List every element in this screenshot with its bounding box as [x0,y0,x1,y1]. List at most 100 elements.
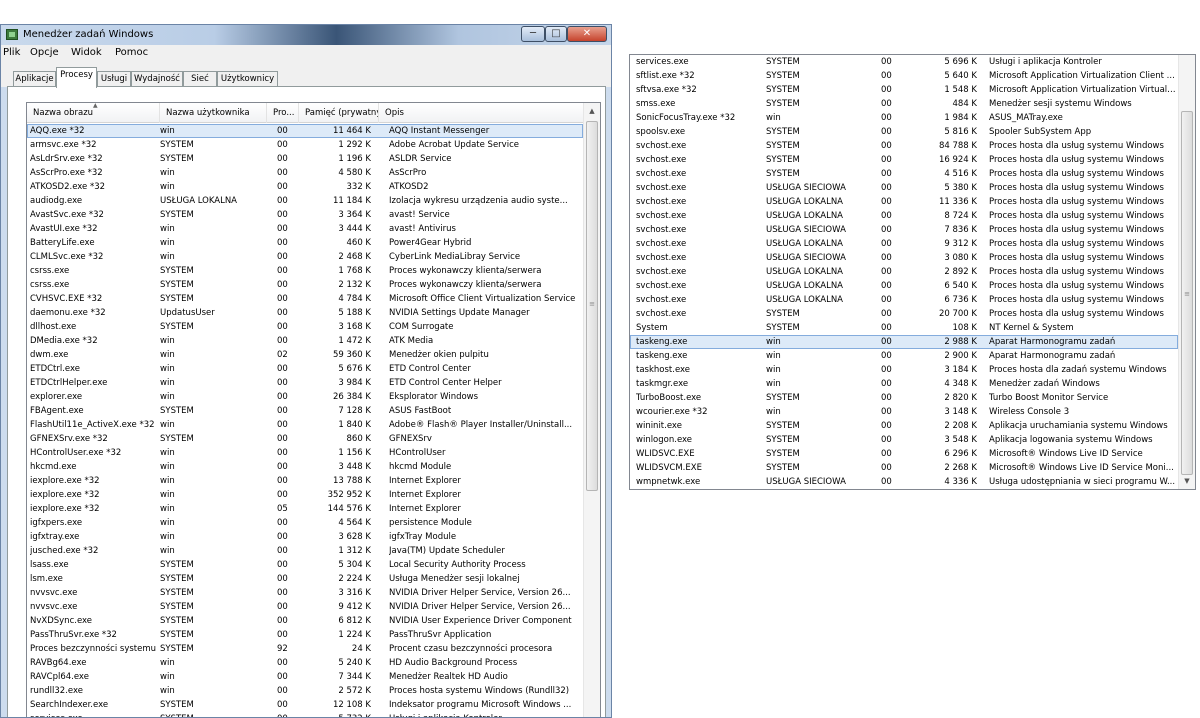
table-row[interactable]: WLIDSVCM.EXE SYSTEM 00 2 268 K Microsoft® Wi… [630,461,1178,475]
menu-file[interactable]: Plik [3,47,20,58]
table-row[interactable]: taskmgr.exe win 00 4 348 K Menedżer zadań Wi… [630,377,1178,391]
table-row[interactable]: dllhost.exe SYSTEM 00 3 168 K COM Surrogate [27,320,583,334]
table-row[interactable]: PassThruSvr.exe *32 SYSTEM 00 1 224 K PassTh… [27,628,583,642]
table-row[interactable]: winlogon.exe SYSTEM 00 3 548 K Aplikacja log… [630,433,1178,447]
column-description[interactable]: Opis [379,103,583,123]
table-row[interactable]: svchost.exe SYSTEM 00 84 788 K Proces hosta … [630,139,1178,153]
cell-cpu: 00 [881,127,892,137]
table-row[interactable]: armsvc.exe *32 SYSTEM 00 1 292 K Adobe Acrob… [27,138,583,152]
table-row[interactable]: DMedia.exe *32 win 00 1 472 K ATK Media [27,334,583,348]
table-row[interactable]: Proces bezczynności systemu SYSTEM 92 24 K P… [27,642,583,656]
table-row[interactable]: sftlist.exe *32 SYSTEM 00 5 640 K Microsoft … [630,69,1178,83]
vertical-scrollbar[interactable]: ▲ ≡ [583,103,600,717]
minimize-button[interactable]: ─ [521,26,545,42]
close-button[interactable]: ✕ [567,26,607,42]
table-row[interactable]: wcourier.exe *32 win 00 3 148 K Wireless Con… [630,405,1178,419]
table-row[interactable]: dwm.exe win 02 59 360 K Menedżer okien pulpi… [27,348,583,362]
tab-network[interactable]: Sieć [183,71,217,87]
table-row[interactable]: GFNEXSrv.exe *32 SYSTEM 00 860 K GFNEXSrv [27,432,583,446]
table-row[interactable]: rundll32.exe win 00 2 572 K Proces hosta sys… [27,684,583,698]
table-row[interactable]: ATKOSD2.exe *32 win 00 332 K ATKOSD2 [27,180,583,194]
table-row[interactable]: TurboBoost.exe SYSTEM 00 2 820 K Turbo Boost… [630,391,1178,405]
table-row[interactable]: AQQ.exe *32 win 00 11 464 K AQQ Instant Mess… [27,124,583,138]
tab-services[interactable]: Usługi [97,71,131,87]
column-memory[interactable]: Pamięć (prywatny... [299,103,379,123]
table-row[interactable]: AvastUI.exe *32 win 00 3 444 K avast! Antivi… [27,222,583,236]
table-row[interactable]: RAVBg64.exe win 00 5 240 K HD Audio Backgrou… [27,656,583,670]
table-row[interactable]: nvvsvc.exe SYSTEM 00 9 412 K NVIDIA Driver H… [27,600,583,614]
menu-help[interactable]: Pomoc [115,47,148,58]
table-row[interactable]: ETDCtrl.exe win 00 5 676 K ETD Control Cente… [27,362,583,376]
table-row[interactable]: BatteryLife.exe win 00 460 K Power4Gear Hybr… [27,236,583,250]
table-row[interactable]: taskeng.exe win 00 2 988 K Aparat Harmonogra… [630,335,1178,349]
table-row[interactable]: AsScrPro.exe *32 win 00 4 580 K AsScrPro [27,166,583,180]
table-row[interactable]: ETDCtrlHelper.exe win 00 3 984 K ETD Control… [27,376,583,390]
table-row[interactable]: csrss.exe SYSTEM 00 2 132 K Proces wykonawcz… [27,278,583,292]
scrollbar-thumb[interactable]: ≡ [586,121,598,491]
table-row[interactable]: taskhost.exe win 00 3 184 K Proces hosta dla… [630,363,1178,377]
table-row[interactable]: svchost.exe SYSTEM 00 4 516 K Proces hosta d… [630,167,1178,181]
table-row[interactable]: jusched.exe *32 win 00 1 312 K Java(TM) Upda… [27,544,583,558]
table-row[interactable]: FBAgent.exe SYSTEM 00 7 128 K ASUS FastBoot [27,404,583,418]
tab-users[interactable]: Użytkownicy [217,71,278,87]
table-row[interactable]: wmpnetwk.exe USŁUGA SIECIOWA 00 4 336 K Usłu… [630,475,1178,489]
vertical-scrollbar-continued[interactable]: ≡ ▼ [1178,55,1195,489]
table-row[interactable]: svchost.exe USŁUGA SIECIOWA 00 5 380 K Proce… [630,181,1178,195]
table-row[interactable]: sftvsa.exe *32 SYSTEM 00 1 548 K Microsoft A… [630,83,1178,97]
scroll-up-icon[interactable]: ▲ [584,103,600,120]
table-row[interactable]: audiodg.exe USŁUGA LOKALNA 00 11 184 K Izola… [27,194,583,208]
table-row[interactable]: SearchIndexer.exe SYSTEM 00 12 108 K Indeksa… [27,698,583,712]
table-row[interactable]: AsLdrSrv.exe *32 SYSTEM 00 1 196 K ASLDR Ser… [27,152,583,166]
table-row[interactable]: HControlUser.exe *32 win 00 1 156 K HControl… [27,446,583,460]
table-row[interactable]: System SYSTEM 00 108 K NT Kernel & System [630,321,1178,335]
table-row[interactable]: svchost.exe USŁUGA LOKALNA 00 9 312 K Proces… [630,237,1178,251]
table-row[interactable]: spoolsv.exe SYSTEM 00 5 816 K Spooler SubSys… [630,125,1178,139]
maximize-button[interactable]: □ [545,26,567,42]
table-row[interactable]: nvvsvc.exe SYSTEM 00 3 316 K NVIDIA Driver H… [27,586,583,600]
tab-performance[interactable]: Wydajność [131,71,183,87]
table-row[interactable]: svchost.exe USŁUGA LOKALNA 00 11 336 K Proce… [630,195,1178,209]
column-cpu[interactable]: Pro... [267,103,299,123]
table-row[interactable]: wininit.exe SYSTEM 00 2 208 K Aplikacja uruc… [630,419,1178,433]
menu-view[interactable]: Widok [71,47,102,58]
title-bar[interactable]: Menedżer zadań Windows ─ □ ✕ [1,25,611,45]
table-row[interactable]: iexplore.exe *32 win 05 144 576 K Internet E… [27,502,583,516]
table-row[interactable]: svchost.exe USŁUGA LOKALNA 00 8 724 K Proces… [630,209,1178,223]
table-row[interactable]: FlashUtil11e_ActiveX.exe *32 win 00 1 840 K… [27,418,583,432]
table-row[interactable]: services.exe SYSTEM 00 5 696 K Usługi i apli… [630,55,1178,69]
table-row[interactable]: svchost.exe USŁUGA LOKALNA 00 2 892 K Proces… [630,265,1178,279]
table-row[interactable]: taskeng.exe win 00 2 900 K Aparat Harmonogra… [630,349,1178,363]
column-user-name[interactable]: Nazwa użytkownika [160,103,267,123]
table-row[interactable]: hkcmd.exe win 00 3 448 K hkcmd Module [27,460,583,474]
table-row[interactable]: iexplore.exe *32 win 00 13 788 K Internet Ex… [27,474,583,488]
table-row[interactable]: iexplore.exe *32 win 00 352 952 K Internet E… [27,488,583,502]
table-row[interactable]: explorer.exe win 00 26 384 K Eksplorator Win… [27,390,583,404]
scrollbar-thumb-continued[interactable]: ≡ [1181,111,1193,475]
menu-options[interactable]: Opcje [30,47,59,58]
table-row[interactable]: NvXDSync.exe SYSTEM 00 6 812 K NVIDIA User E… [27,614,583,628]
table-row[interactable]: svchost.exe SYSTEM 00 20 700 K Proces hosta … [630,307,1178,321]
table-row[interactable]: RAVCpl64.exe win 00 7 344 K Menedżer Realtek… [27,670,583,684]
table-row[interactable]: svchost.exe USŁUGA SIECIOWA 00 7 836 K Proce… [630,223,1178,237]
table-row[interactable]: smss.exe SYSTEM 00 484 K Menedżer sesji syst… [630,97,1178,111]
table-row[interactable]: svchost.exe SYSTEM 00 16 924 K Proces hosta … [630,153,1178,167]
table-row[interactable]: igfxpers.exe win 00 4 564 K persistence Modu… [27,516,583,530]
table-row[interactable]: svchost.exe USŁUGA SIECIOWA 00 3 080 K Proce… [630,251,1178,265]
table-row[interactable]: CVHSVC.EXE *32 SYSTEM 00 4 784 K Microsoft O… [27,292,583,306]
tab-applications[interactable]: Aplikacje [13,71,56,87]
table-row[interactable]: daemonu.exe *32 UpdatusUser 00 5 188 K NVIDI… [27,306,583,320]
column-image-name[interactable]: Nazwa obrazu ▲ [27,103,160,123]
table-row[interactable]: svchost.exe USŁUGA LOKALNA 00 6 540 K Proces… [630,279,1178,293]
tab-processes[interactable]: Procesy [56,67,97,88]
table-row[interactable]: igfxtray.exe win 00 3 628 K igfxTray Module [27,530,583,544]
table-row[interactable]: lsass.exe SYSTEM 00 5 304 K Local Security A… [27,558,583,572]
table-row[interactable]: lsm.exe SYSTEM 00 2 224 K Usługa Menedżer se… [27,572,583,586]
table-row[interactable]: WLIDSVC.EXE SYSTEM 00 6 296 K Microsoft® Win… [630,447,1178,461]
table-row[interactable]: services.exeSYSTEM 005 732 K Usługi i apli… [27,712,583,717]
table-row[interactable]: AvastSvc.exe *32 SYSTEM 00 3 364 K avast! Se… [27,208,583,222]
table-row[interactable]: svchost.exe USŁUGA LOKALNA 00 6 736 K Proces… [630,293,1178,307]
table-row[interactable]: SonicFocusTray.exe *32 win 00 1 984 K ASUS_M… [630,111,1178,125]
table-row[interactable]: csrss.exe SYSTEM 00 1 768 K Proces wykonawcz… [27,264,583,278]
scroll-down-icon[interactable]: ▼ [1179,473,1195,489]
table-row[interactable]: CLMLSvc.exe *32 win 00 2 468 K CyberLink Med… [27,250,583,264]
